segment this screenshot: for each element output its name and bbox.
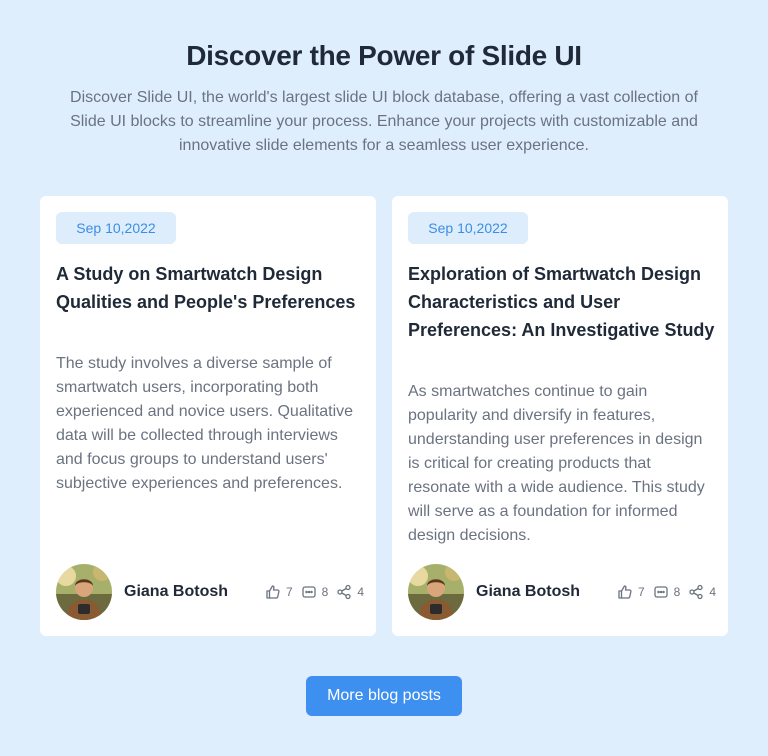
- avatar[interactable]: [56, 564, 112, 620]
- share-stat[interactable]: 4: [336, 584, 364, 600]
- thumbs-up-icon: [618, 585, 632, 599]
- author-name[interactable]: Giana Botosh: [476, 564, 580, 620]
- like-count: 7: [285, 585, 293, 599]
- more-blog-posts-button[interactable]: More blog posts: [306, 676, 462, 716]
- card-title[interactable]: Exploration of Smartwatch Design Charact…: [408, 260, 716, 344]
- card-stats: 7 8 4: [617, 564, 716, 620]
- thumbs-up-icon: [266, 585, 280, 599]
- comment-stat[interactable]: 8: [653, 584, 681, 600]
- card-excerpt: The study involves a diverse sample of s…: [56, 355, 354, 492]
- share-count: 4: [357, 585, 364, 599]
- section-description: Discover Slide UI, the world's largest s…: [70, 89, 698, 154]
- comment-stat[interactable]: 8: [301, 584, 329, 600]
- comment-icon: [653, 586, 668, 598]
- date-badge: Sep 10,2022: [408, 212, 528, 244]
- blog-card[interactable]: Sep 10,2022 Exploration of Smartwatch De…: [392, 196, 728, 636]
- card-title[interactable]: A Study on Smartwatch Design Qualities a…: [56, 260, 364, 316]
- card-footer: Giana Botosh 7 8 4: [408, 564, 716, 620]
- share-icon: [337, 584, 351, 600]
- blog-section: Discover the Power of Slide UI Discover …: [0, 0, 768, 756]
- comment-count: 8: [321, 585, 329, 599]
- date-badge: Sep 10,2022: [56, 212, 176, 244]
- card-footer: Giana Botosh 7 8 4: [56, 564, 364, 620]
- like-stat[interactable]: 7: [617, 584, 645, 600]
- like-count: 7: [637, 585, 645, 599]
- avatar[interactable]: [408, 564, 464, 620]
- like-stat[interactable]: 7: [265, 584, 293, 600]
- share-icon: [689, 584, 703, 600]
- author-name[interactable]: Giana Botosh: [124, 564, 228, 620]
- blog-card[interactable]: Sep 10,2022 A Study on Smartwatch Design…: [40, 196, 376, 636]
- share-count: 4: [709, 585, 716, 599]
- section-title: Discover the Power of Slide UI: [186, 40, 582, 71]
- comment-icon: [301, 586, 316, 598]
- card-stats: 7 8 4: [265, 564, 364, 620]
- share-stat[interactable]: 4: [688, 584, 716, 600]
- comment-count: 8: [673, 585, 681, 599]
- card-excerpt: As smartwatches continue to gain popular…: [408, 383, 705, 544]
